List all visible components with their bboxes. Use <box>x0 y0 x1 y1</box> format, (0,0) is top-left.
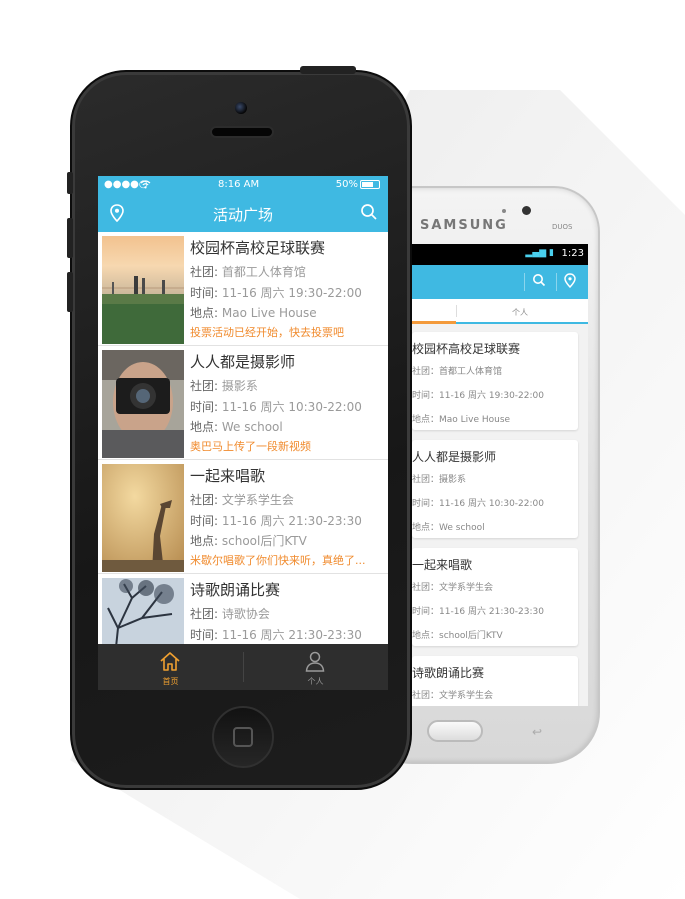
home-icon <box>160 652 180 671</box>
card-time: 时间：11-16 周六 19:30-22:00 <box>412 391 544 401</box>
samsung-status-bar: ▂▄▆ ▮ 1:23 <box>412 244 588 265</box>
card-place: 地点：Mao Live House <box>412 415 511 425</box>
earpiece-speaker <box>210 126 274 138</box>
club-value: 首都工人体育馆 <box>221 265 306 279</box>
samsung-tabs: 个人 <box>412 299 588 324</box>
wifi-icon <box>140 180 151 189</box>
signal-wifi-icon: ▂▄▆ ▮ <box>525 248 554 258</box>
volume-down-button <box>67 272 73 312</box>
place-value: school后门KTV <box>221 534 307 548</box>
tab-bar: 首页 个人 <box>98 644 388 690</box>
list-item[interactable]: 校园杯高校足球联赛 社团: 首都工人体育馆 时间: 11-16 周六 19:30… <box>98 232 388 346</box>
club-label: 社团: <box>190 607 219 621</box>
activity-list: 校园杯高校足球联赛 社团: 首都工人体育馆 时间: 11-16 周六 19:30… <box>98 232 388 644</box>
item-note: 米歇尔唱歌了你们快来听，真绝了... <box>190 554 366 567</box>
page-title: 活动广场 <box>212 206 273 224</box>
tab-home-indicator[interactable] <box>412 321 456 324</box>
samsung-card[interactable]: 人人都是摄影师 社团：摄影系 时间：11-16 周六 10:30-22:00 地… <box>412 440 578 538</box>
club-label: 社团: <box>190 265 219 279</box>
time-value: 11-16 周六 21:30-23:30 <box>221 514 362 528</box>
card-title: 一起来唱歌 <box>412 558 473 572</box>
status-bar: ●●●●○ 8:16 AM 50% <box>98 176 388 194</box>
place-label: 地点: <box>190 306 219 320</box>
item-note: 奥巴马上传了一段新视频 <box>190 440 311 453</box>
card-place: 地点：school后门KTV <box>412 631 503 641</box>
tab-personal[interactable]: 个人 <box>243 648 388 688</box>
tab-home[interactable]: 首页 <box>98 648 243 688</box>
time-label: 时间: <box>190 286 219 300</box>
nav-bar: 活动广场 <box>98 194 388 232</box>
place-label: 地点: <box>190 534 219 548</box>
home-square-icon <box>233 727 253 747</box>
tab-personal[interactable]: 个人 <box>512 307 528 318</box>
card-title: 校园杯高校足球联赛 <box>412 342 521 356</box>
time-label: 时间: <box>190 514 219 528</box>
item-note: 投票活动已经开始，快去投票吧 <box>190 326 344 339</box>
samsung-nav-bar <box>412 265 588 299</box>
tab-home-label: 首页 <box>162 677 179 686</box>
photographer-thumbnail <box>102 350 184 458</box>
list-item[interactable]: 人人都是摄影师 社团: 摄影系 时间: 11-16 周六 10:30-22:00… <box>98 346 388 460</box>
club-label: 社团: <box>190 493 219 507</box>
search-icon[interactable] <box>532 273 546 287</box>
card-club: 社团：摄影系 <box>412 475 467 485</box>
person-icon <box>305 651 325 672</box>
location-pin-icon[interactable] <box>564 273 576 288</box>
club-value: 文学系学生会 <box>221 493 294 507</box>
time-value: 11-16 周六 10:30-22:00 <box>221 400 362 414</box>
samsung-card[interactable]: 诗歌朗诵比赛 社团：文学系学生会 <box>412 656 578 706</box>
giraffe-thumbnail <box>102 464 184 572</box>
samsung-card[interactable]: 一起来唱歌 社团：文学系学生会 时间：11-16 周六 21:30-23:30 … <box>412 548 578 646</box>
samsung-home-button[interactable] <box>427 720 483 742</box>
card-title: 诗歌朗诵比赛 <box>412 666 485 680</box>
mute-switch <box>67 172 73 194</box>
time-value: 11-16 周六 19:30-22:00 <box>221 286 362 300</box>
sensor-dot-icon <box>502 209 506 213</box>
list-item[interactable]: 一起来唱歌 社团: 文学系学生会 时间: 11-16 周六 21:30-23:3… <box>98 460 388 574</box>
club-label: 社团: <box>190 379 219 393</box>
duos-label: DUOS <box>552 223 573 231</box>
status-time: 8:16 AM <box>218 179 260 190</box>
front-camera-icon <box>522 206 531 215</box>
search-icon[interactable] <box>360 203 378 221</box>
item-title: 人人都是摄影师 <box>190 353 296 371</box>
power-button <box>300 66 356 74</box>
battery-percent: 50% <box>335 179 358 190</box>
back-icon[interactable]: ↩ <box>532 725 542 739</box>
iphone-screen: ●●●●○ 8:16 AM 50% 活动广场 校园杯高校足球联赛 社团: 首都工… <box>98 176 388 690</box>
card-time: 时间：11-16 周六 21:30-23:30 <box>412 607 544 617</box>
volume-up-button <box>67 218 73 258</box>
time-value: 11-16 周六 21:30-23:30 <box>221 628 362 642</box>
item-title: 一起来唱歌 <box>190 467 266 485</box>
card-title: 人人都是摄影师 <box>412 450 497 464</box>
card-club: 社团：首都工人体育馆 <box>412 367 503 377</box>
tab-personal-label: 个人 <box>307 677 324 686</box>
list-item[interactable]: 诗歌朗诵比赛 社团: 诗歌协会 时间: 11-16 周六 21:30-23:30 <box>98 574 388 644</box>
samsung-status-time: 1:23 <box>561 248 584 259</box>
samsung-screen: ▂▄▆ ▮ 1:23 个人 校园杯高校足球联赛 社团：首都工人体育馆 时间：11… <box>412 244 588 706</box>
card-club: 社团：文学系学生会 <box>412 691 494 701</box>
samsung-brand: SAMSUNG <box>420 218 508 233</box>
club-value: 摄影系 <box>221 379 258 393</box>
samsung-card[interactable]: 校园杯高校足球联赛 社团：首都工人体育馆 时间：11-16 周六 19:30-2… <box>412 332 578 430</box>
place-value: We school <box>221 420 283 434</box>
football-field-thumbnail <box>102 236 184 344</box>
tree-thumbnail <box>102 578 184 644</box>
iphone-home-button[interactable] <box>212 706 274 768</box>
item-title: 诗歌朗诵比赛 <box>190 581 281 599</box>
club-value: 诗歌协会 <box>221 607 270 621</box>
iphone: ●●●●○ 8:16 AM 50% 活动广场 校园杯高校足球联赛 社团: 首都工… <box>67 66 412 790</box>
time-label: 时间: <box>190 400 219 414</box>
place-value: Mao Live House <box>221 306 317 320</box>
card-place: 地点：We school <box>412 523 485 533</box>
time-label: 时间: <box>190 628 219 642</box>
card-time: 时间：11-16 周六 10:30-22:00 <box>412 499 544 509</box>
item-title: 校园杯高校足球联赛 <box>190 239 326 257</box>
front-camera-icon <box>235 102 247 114</box>
place-label: 地点: <box>190 420 219 434</box>
card-club: 社团：文学系学生会 <box>412 583 494 593</box>
battery-icon <box>360 180 380 189</box>
